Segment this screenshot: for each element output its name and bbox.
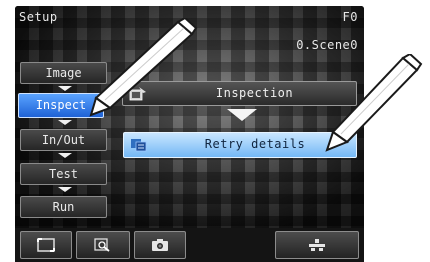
menu-arrow-icon bbox=[227, 109, 257, 121]
settings-button[interactable] bbox=[275, 231, 359, 259]
sidebar-item-label: Image bbox=[45, 66, 82, 80]
sidebar-item-test[interactable]: Test bbox=[20, 163, 107, 185]
bottom-toolbar bbox=[15, 228, 364, 262]
stylus-pen-icon bbox=[325, 54, 423, 152]
flow-arrow-icon bbox=[58, 120, 72, 125]
settings-icon bbox=[309, 239, 325, 251]
sidebar-item-label: Run bbox=[52, 200, 75, 214]
sidebar-item-in-out[interactable]: In/Out bbox=[20, 129, 107, 151]
camera-button[interactable] bbox=[134, 231, 186, 259]
stylus-pen-icon bbox=[89, 18, 198, 117]
scene-code: F0 bbox=[342, 10, 358, 24]
zoom-icon bbox=[94, 238, 110, 252]
flow-arrow-icon bbox=[58, 187, 72, 192]
sidebar-item-label: Inspect bbox=[35, 98, 87, 112]
scene-name: 0.Scene0 bbox=[296, 38, 358, 52]
zoom-button[interactable] bbox=[76, 231, 130, 259]
flow-arrow-icon bbox=[58, 86, 72, 91]
retry-details-menu-item[interactable]: Retry details bbox=[123, 132, 357, 158]
sidebar-item-label: In/Out bbox=[41, 133, 86, 147]
flow-arrow-icon bbox=[58, 153, 72, 158]
camera-icon bbox=[152, 239, 168, 251]
screen-title: Setup bbox=[19, 10, 58, 24]
frame-icon bbox=[37, 238, 55, 252]
sidebar-item-run[interactable]: Run bbox=[20, 196, 107, 218]
frame-button[interactable] bbox=[20, 231, 72, 259]
sidebar-item-label: Test bbox=[49, 167, 78, 181]
retry-details-icon bbox=[131, 139, 147, 152]
